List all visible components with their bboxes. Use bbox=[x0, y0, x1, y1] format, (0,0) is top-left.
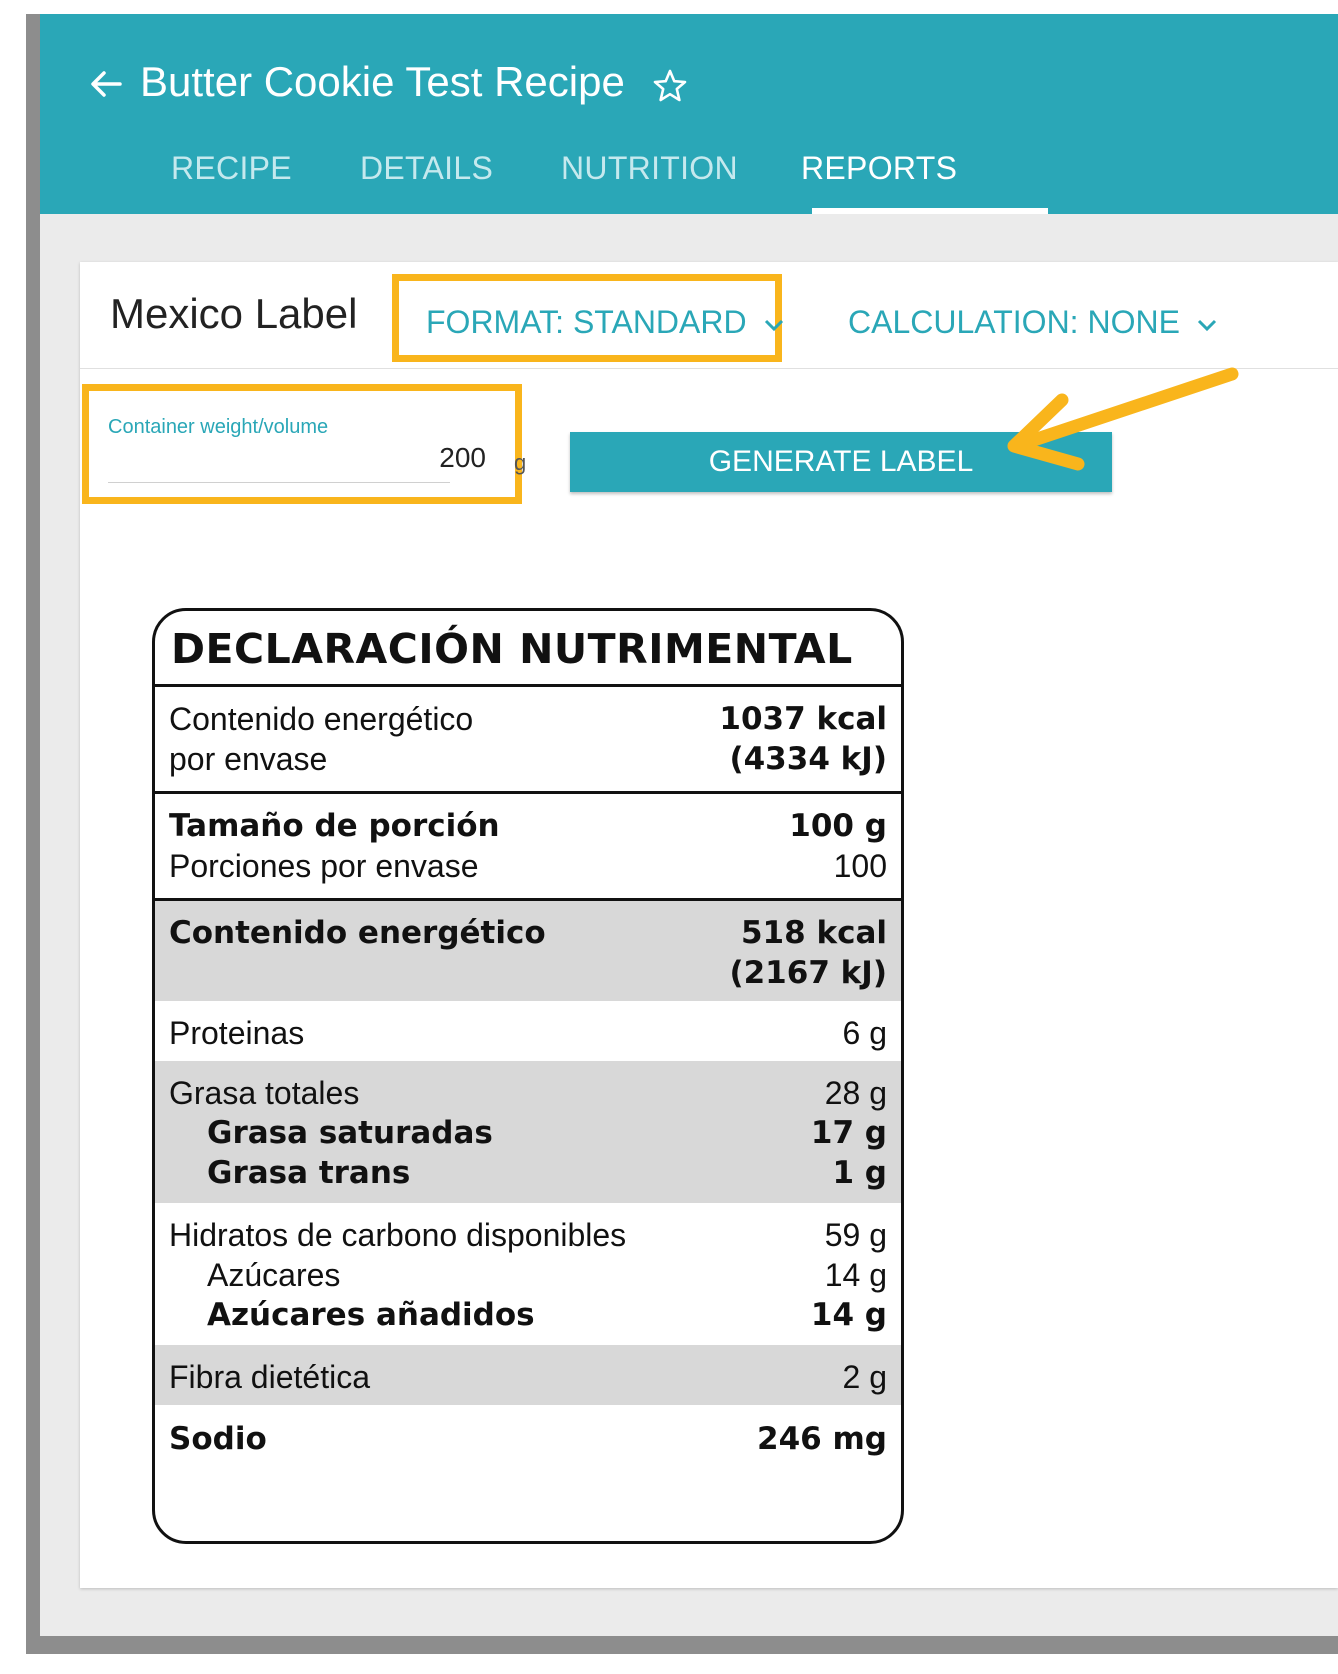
fiber-row: Fibra dietética 2 g bbox=[155, 1345, 901, 1405]
fat-trans-label: Grasa trans bbox=[207, 1155, 411, 1191]
protein-value: 6 g bbox=[842, 1015, 887, 1051]
nutrition-label-title: DECLARACIÓN NUTRIMENTAL bbox=[171, 625, 853, 673]
energy-kj: (2167 kJ) bbox=[729, 955, 887, 991]
added-sugars-value: 14 g bbox=[810, 1297, 887, 1333]
fat-total-value: 28 g bbox=[824, 1075, 887, 1111]
tab-details[interactable]: DETAILS bbox=[360, 150, 493, 210]
arrow-left-icon[interactable] bbox=[86, 64, 126, 104]
report-title: Mexico Label bbox=[110, 290, 358, 337]
callout-arrow-icon bbox=[1007, 367, 1239, 471]
energy-per-container-label-2: por envase bbox=[169, 741, 328, 777]
chevron-down-icon bbox=[1197, 319, 1216, 331]
sodium-label: Sodio bbox=[169, 1421, 267, 1457]
serving-size-value: 100 g bbox=[789, 808, 887, 844]
fat-saturated-label: Grasa saturadas bbox=[207, 1115, 493, 1151]
page-title: Butter Cookie Test Recipe bbox=[140, 58, 625, 105]
fiber-value: 2 g bbox=[842, 1359, 887, 1395]
input-underline bbox=[108, 482, 450, 483]
format-dropdown-label: FORMAT: STANDARD bbox=[426, 304, 747, 340]
tab-reports[interactable]: REPORTS bbox=[801, 150, 957, 210]
carbs-value: 59 g bbox=[824, 1217, 887, 1253]
star-outline-icon[interactable] bbox=[652, 68, 688, 104]
carbs-row: Hidratos de carbono disponibles 59 g Azú… bbox=[155, 1203, 901, 1345]
serving-row: Tamaño de porción 100 g Porciones por en… bbox=[155, 794, 901, 898]
fat-row: Grasa totales 28 g Grasa saturadas 17 g … bbox=[155, 1061, 901, 1203]
energy-kcal: 518 kcal bbox=[740, 915, 887, 951]
sodium-value: 246 mg bbox=[757, 1421, 887, 1457]
fat-saturated-value: 17 g bbox=[810, 1115, 887, 1151]
serving-size-label: Tamaño de porción bbox=[169, 808, 500, 844]
fiber-label: Fibra dietética bbox=[169, 1359, 370, 1395]
protein-row: Proteinas 6 g bbox=[155, 1001, 901, 1061]
energy-per-container-kj: (4334 kJ) bbox=[729, 741, 887, 777]
fat-total-label: Grasa totales bbox=[169, 1075, 360, 1111]
sodium-row: Sodio 246 mg bbox=[155, 1405, 901, 1475]
sugars-label: Azúcares bbox=[207, 1257, 341, 1293]
protein-label: Proteinas bbox=[169, 1015, 305, 1051]
fat-trans-value: 1 g bbox=[832, 1155, 887, 1191]
format-dropdown[interactable]: FORMAT: STANDARD bbox=[426, 304, 785, 341]
added-sugars-label: Azúcares añadidos bbox=[207, 1297, 535, 1333]
energy-per-container-label: Contenido energético bbox=[169, 701, 474, 737]
nutrition-label: DECLARACIÓN NUTRIMENTAL Contenido energé… bbox=[152, 608, 904, 1544]
calculation-dropdown-label: CALCULATION: NONE bbox=[848, 304, 1180, 340]
container-field-label: Container weight/volume bbox=[108, 416, 329, 438]
energy-per-container-kcal: 1037 kcal bbox=[719, 701, 887, 737]
container-unit: g bbox=[514, 450, 527, 475]
calculation-dropdown[interactable]: CALCULATION: NONE bbox=[848, 304, 1218, 341]
servings-label: Porciones por envase bbox=[169, 848, 479, 884]
energy-label: Contenido energético bbox=[169, 915, 546, 951]
sugars-value: 14 g bbox=[824, 1257, 887, 1293]
container-weight-input[interactable]: 200 bbox=[366, 442, 486, 474]
servings-value: 100 bbox=[833, 848, 887, 884]
energy-row: Contenido energético 518 kcal (2167 kJ) bbox=[155, 901, 901, 1001]
app-window: Butter Cookie Test Recipe RECIPE DETAILS… bbox=[40, 14, 1338, 1636]
tab-nutrition[interactable]: NUTRITION bbox=[561, 150, 738, 210]
carbs-label: Hidratos de carbono disponibles bbox=[169, 1217, 627, 1253]
tab-recipe[interactable]: RECIPE bbox=[171, 150, 292, 210]
energy-per-container-row: Contenido energético por envase 1037 kca… bbox=[155, 687, 901, 791]
app-bar: Butter Cookie Test Recipe RECIPE DETAILS… bbox=[40, 14, 1338, 214]
active-tab-indicator bbox=[812, 208, 1048, 214]
chevron-down-icon bbox=[764, 319, 783, 331]
